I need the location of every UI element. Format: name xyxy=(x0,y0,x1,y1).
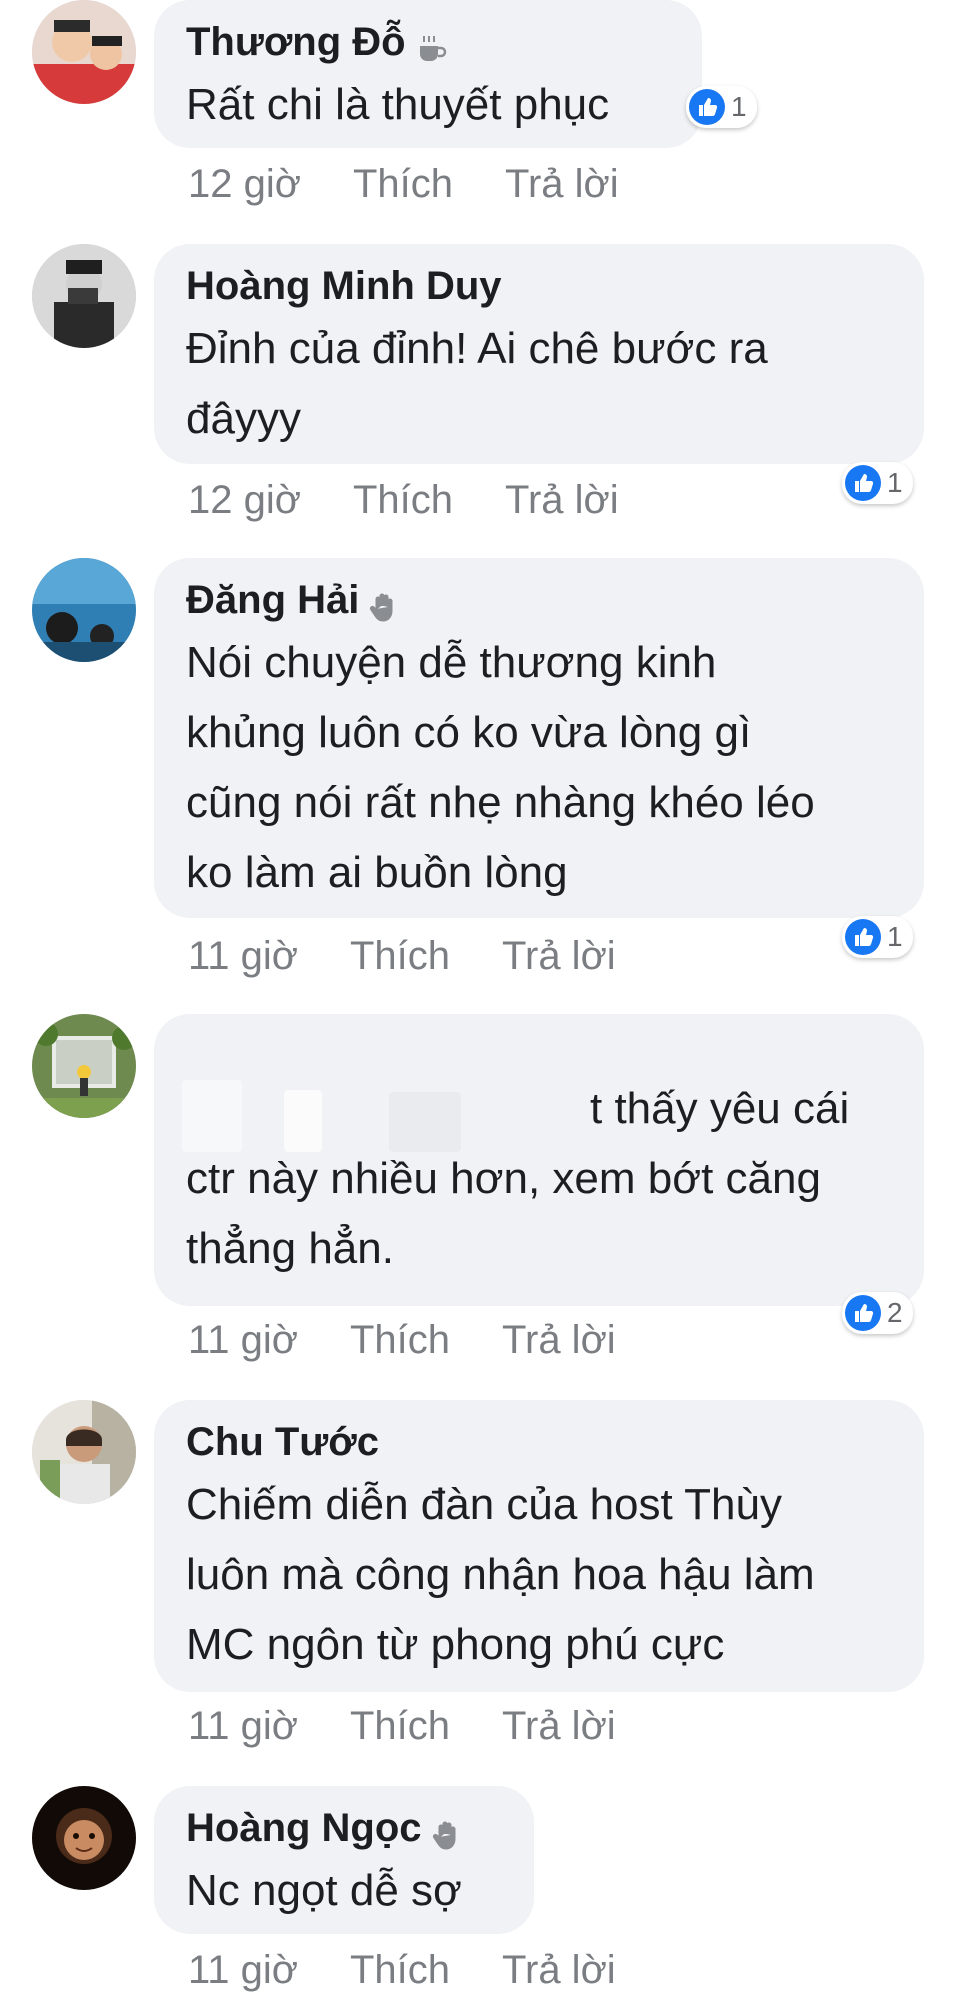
comment-bubble: t thấy yêu cái ctr này nhiều hơn, xem bớ… xyxy=(154,1014,924,1306)
redacted-area xyxy=(389,1092,461,1152)
comment-time[interactable]: 11 giờ xyxy=(188,1948,298,1993)
reaction-count[interactable]: 1 xyxy=(842,462,913,504)
reply-link[interactable]: Trả lời xyxy=(502,1948,616,1993)
comment-bubble: Đăng Hải Nói chuyện dễ thương kinh khủng… xyxy=(154,558,924,918)
comment-time[interactable]: 12 giờ xyxy=(188,162,301,207)
reply-link[interactable]: Trả lời xyxy=(505,478,619,523)
like-icon xyxy=(845,919,881,955)
reaction-count[interactable]: 1 xyxy=(686,86,757,128)
like-link[interactable]: Thích xyxy=(350,934,450,979)
reaction-count[interactable]: 1 xyxy=(842,916,913,958)
reply-link[interactable]: Trả lời xyxy=(502,1318,616,1363)
coffee-icon xyxy=(414,25,448,61)
comment-time[interactable]: 11 giờ xyxy=(188,1318,298,1363)
comment-actions: 12 giờ Thích Trả lời xyxy=(188,156,671,212)
commenter-name[interactable] xyxy=(186,1028,896,1074)
like-icon xyxy=(689,89,725,125)
avatar[interactable] xyxy=(32,1400,136,1504)
reply-link[interactable]: Trả lời xyxy=(502,1704,616,1749)
comment-actions: 12 giờ Thích Trả lời xyxy=(188,472,671,528)
redacted-area xyxy=(182,1080,242,1152)
comment-time[interactable]: 12 giờ xyxy=(188,478,301,523)
commenter-name[interactable]: Chu Tước xyxy=(186,1414,896,1470)
comment-text: Đỉnh của đỉnh! Ai chê bước ra đâyyy xyxy=(186,324,768,443)
like-link[interactable]: Thích xyxy=(350,1948,450,1993)
comment-bubble: Thương Đỗ Rất chi là thuyết phục xyxy=(154,0,702,148)
avatar[interactable] xyxy=(32,0,136,104)
comment-text: Nói chuyện dễ thương kinh khủng luôn có … xyxy=(186,638,815,897)
avatar[interactable] xyxy=(32,558,136,662)
comment-bubble: Hoàng Ngọc Nc ngọt dễ sợ xyxy=(154,1786,534,1934)
commenter-name[interactable]: Hoàng Ngọc xyxy=(186,1800,506,1856)
avatar[interactable] xyxy=(32,244,136,348)
like-link[interactable]: Thích xyxy=(353,162,453,207)
like-icon xyxy=(845,465,881,501)
comment-time[interactable]: 11 giờ xyxy=(188,1704,298,1749)
comment-actions: 11 giờ Thích Trả lời xyxy=(188,1312,668,1368)
comment-bubble: Hoàng Minh Duy Đỉnh của đỉnh! Ai chê bướ… xyxy=(154,244,924,464)
reaction-count[interactable]: 2 xyxy=(842,1292,913,1334)
wave-hand-icon xyxy=(430,1811,464,1850)
like-icon xyxy=(845,1295,881,1331)
redacted-area xyxy=(284,1090,322,1152)
like-link[interactable]: Thích xyxy=(350,1704,450,1749)
like-link[interactable]: Thích xyxy=(353,478,453,523)
comment-actions: 11 giờ Thích Trả lời xyxy=(188,928,668,984)
wave-hand-icon xyxy=(367,583,401,622)
comment-actions: 11 giờ Thích Trả lời xyxy=(188,1698,668,1754)
commenter-name[interactable]: Thương Đỗ xyxy=(186,14,674,70)
comment-time[interactable]: 11 giờ xyxy=(188,934,298,979)
comment-actions: 11 giờ Thích Trả lời xyxy=(188,1942,668,1998)
comment-bubble: Chu Tước Chiếm diễn đàn của host Thùy lu… xyxy=(154,1400,924,1692)
comment-thread: Thương Đỗ Rất chi là thuyết phục 1 12 gi… xyxy=(0,0,960,1992)
comment-text: Chiếm diễn đàn của host Thùy luôn mà côn… xyxy=(186,1480,815,1669)
comment-text: Nc ngọt dễ sợ xyxy=(186,1866,462,1915)
like-link[interactable]: Thích xyxy=(350,1318,450,1363)
comment-text: Rất chi là thuyết phục xyxy=(186,80,610,129)
commenter-name[interactable]: Đăng Hải xyxy=(186,572,896,628)
reply-link[interactable]: Trả lời xyxy=(502,934,616,979)
avatar[interactable] xyxy=(32,1786,136,1890)
reply-link[interactable]: Trả lời xyxy=(505,162,619,207)
commenter-name[interactable]: Hoàng Minh Duy xyxy=(186,258,896,314)
